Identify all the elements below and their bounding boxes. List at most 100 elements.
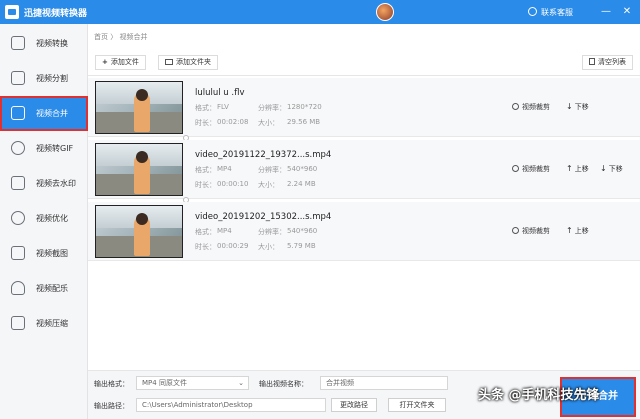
toolbar: + 添加文件 添加文件夹 清空列表 <box>88 50 640 76</box>
add-file-label: 添加文件 <box>110 58 139 66</box>
output-path-field[interactable]: C:\Users\Administrator\Desktop <box>136 398 326 412</box>
output-path-label: 输出路径： <box>94 402 129 410</box>
move-up-label: 上移 <box>574 165 589 173</box>
sidebar-item-watermark-remove[interactable]: 视频去水印 <box>0 166 88 201</box>
change-path-button[interactable]: 更改路径 <box>331 398 377 412</box>
resolution-label: 分辨率： <box>258 166 286 174</box>
list-item[interactable]: video_20191122_19372...s.mp4 格式： MP4 分辨率… <box>88 140 640 199</box>
arrow-up-icon: ↑ <box>566 226 573 235</box>
size-label: 大小： <box>258 181 279 189</box>
sidebar-item-music[interactable]: 视频配乐 <box>0 271 88 306</box>
sidebar-item-video-split[interactable]: 视频分割 <box>0 61 88 96</box>
sidebar-item-compress[interactable]: 视频压缩 <box>0 306 88 341</box>
output-name-input[interactable]: 合并视频 <box>320 376 448 390</box>
format-value: MP4 <box>217 227 232 235</box>
list-item[interactable]: lululul u .flv 格式： FLV 分辨率： 1280*720 时长：… <box>88 78 640 137</box>
resolution-label: 分辨率： <box>258 228 286 236</box>
sidebar-item-optimize[interactable]: 视频优化 <box>0 201 88 236</box>
sidebar-item-video-merge[interactable]: 视频合并 <box>0 96 88 131</box>
scissors-icon <box>512 165 519 172</box>
optimize-icon <box>11 211 25 225</box>
minimize-button[interactable]: — <box>598 4 614 20</box>
compress-icon <box>11 316 25 330</box>
sidebar-item-screenshot[interactable]: 视频截图 <box>0 236 88 271</box>
arrow-down-icon: ↓ <box>600 164 607 173</box>
watermark-remove-icon <box>11 176 25 190</box>
screenshot-icon <box>11 246 25 260</box>
cut-button[interactable]: 视频裁剪 <box>512 226 550 236</box>
output-format-value: MP4 同原文件 <box>142 379 187 387</box>
support-icon[interactable] <box>528 7 537 16</box>
music-icon <box>11 281 25 295</box>
watermark-overlay: 头条 @手机科技先锋 <box>478 388 600 403</box>
open-folder-button[interactable]: 打开文件夹 <box>388 398 446 412</box>
size-label: 大小： <box>258 243 279 251</box>
resolution-value: 540*960 <box>287 165 318 173</box>
sidebar-item-label: 视频合并 <box>36 109 68 118</box>
scissors-icon <box>512 227 519 234</box>
format-label: 格式： <box>195 228 216 236</box>
plus-icon: + <box>102 58 108 66</box>
cut-button[interactable]: 视频裁剪 <box>512 102 550 112</box>
resolution-value: 540*960 <box>287 227 318 235</box>
cut-button[interactable]: 视频裁剪 <box>512 164 550 174</box>
move-down-label: 下移 <box>608 165 623 173</box>
size-value: 29.56 MB <box>287 118 321 126</box>
trash-icon <box>589 58 595 65</box>
move-down-label: 下移 <box>574 103 589 111</box>
output-format-select[interactable]: MP4 同原文件 ⌄ <box>136 376 249 390</box>
sidebar-item-video-convert[interactable]: 视频转换 <box>0 26 88 61</box>
format-label: 格式： <box>195 104 216 112</box>
sidebar-item-label: 视频分割 <box>36 74 68 83</box>
size-value: 5.79 MB <box>287 242 316 250</box>
sidebar-item-video-gif[interactable]: 视频转GIF <box>0 131 88 166</box>
sidebar: 视频转换 视频分割 视频合并 视频转GIF 视频去水印 视频优化 视频截图 视频… <box>0 24 88 419</box>
duration-label: 时长： <box>195 181 216 189</box>
move-down-button[interactable]: ↓ 下移 <box>566 102 589 112</box>
gif-icon <box>11 141 25 155</box>
clear-list-button[interactable]: 清空列表 <box>582 55 633 70</box>
add-file-button[interactable]: + 添加文件 <box>95 55 146 70</box>
move-down-button[interactable]: ↓ 下移 <box>600 164 623 174</box>
close-button[interactable]: ✕ <box>619 4 635 20</box>
resolution-label: 分辨率： <box>258 104 286 112</box>
list-item[interactable]: video_20191202_15302...s.mp4 格式： MP4 分辨率… <box>88 202 640 261</box>
file-name: video_20191122_19372...s.mp4 <box>195 150 332 160</box>
sidebar-item-label: 视频优化 <box>36 214 68 223</box>
move-up-button[interactable]: ↑ 上移 <box>566 226 589 236</box>
folder-icon <box>165 59 173 65</box>
sidebar-item-label: 视频配乐 <box>36 284 68 293</box>
file-name: lululul u .flv <box>195 88 245 98</box>
output-name-label: 输出视频名称： <box>259 380 308 388</box>
move-up-button[interactable]: ↑ 上移 <box>566 164 589 174</box>
add-folder-button[interactable]: 添加文件夹 <box>158 55 218 70</box>
size-label: 大小： <box>258 119 279 127</box>
cut-label: 视频裁剪 <box>522 103 550 111</box>
sidebar-item-label: 视频压缩 <box>36 319 68 328</box>
file-name: video_20191202_15302...s.mp4 <box>195 212 332 222</box>
sidebar-item-label: 视频转换 <box>36 39 68 48</box>
user-avatar[interactable] <box>376 3 394 21</box>
video-thumbnail <box>95 81 183 134</box>
chevron-down-icon: ⌄ <box>238 379 244 387</box>
sidebar-item-label: 视频去水印 <box>36 179 76 188</box>
duration-label: 时长： <box>195 119 216 127</box>
scissors-icon <box>512 103 519 110</box>
breadcrumb: 首页 〉 视频合并 <box>94 33 148 41</box>
sidebar-item-label: 视频转GIF <box>36 144 74 153</box>
cut-label: 视频裁剪 <box>522 165 550 173</box>
size-value: 2.24 MB <box>287 180 316 188</box>
support-link[interactable]: 联系客服 <box>541 7 573 18</box>
cut-label: 视频裁剪 <box>522 227 550 235</box>
format-value: FLV <box>217 103 229 111</box>
video-convert-icon <box>11 36 25 50</box>
duration-value: 00:00:10 <box>217 180 249 188</box>
output-format-label: 输出格式： <box>94 380 129 388</box>
video-thumbnail <box>95 205 183 258</box>
add-folder-label: 添加文件夹 <box>176 58 211 66</box>
app-title: 迅捷视频转换器 <box>24 9 88 19</box>
format-value: MP4 <box>217 165 232 173</box>
arrow-up-icon: ↑ <box>566 164 573 173</box>
video-merge-icon <box>11 106 25 120</box>
clear-list-label: 清空列表 <box>598 58 626 66</box>
